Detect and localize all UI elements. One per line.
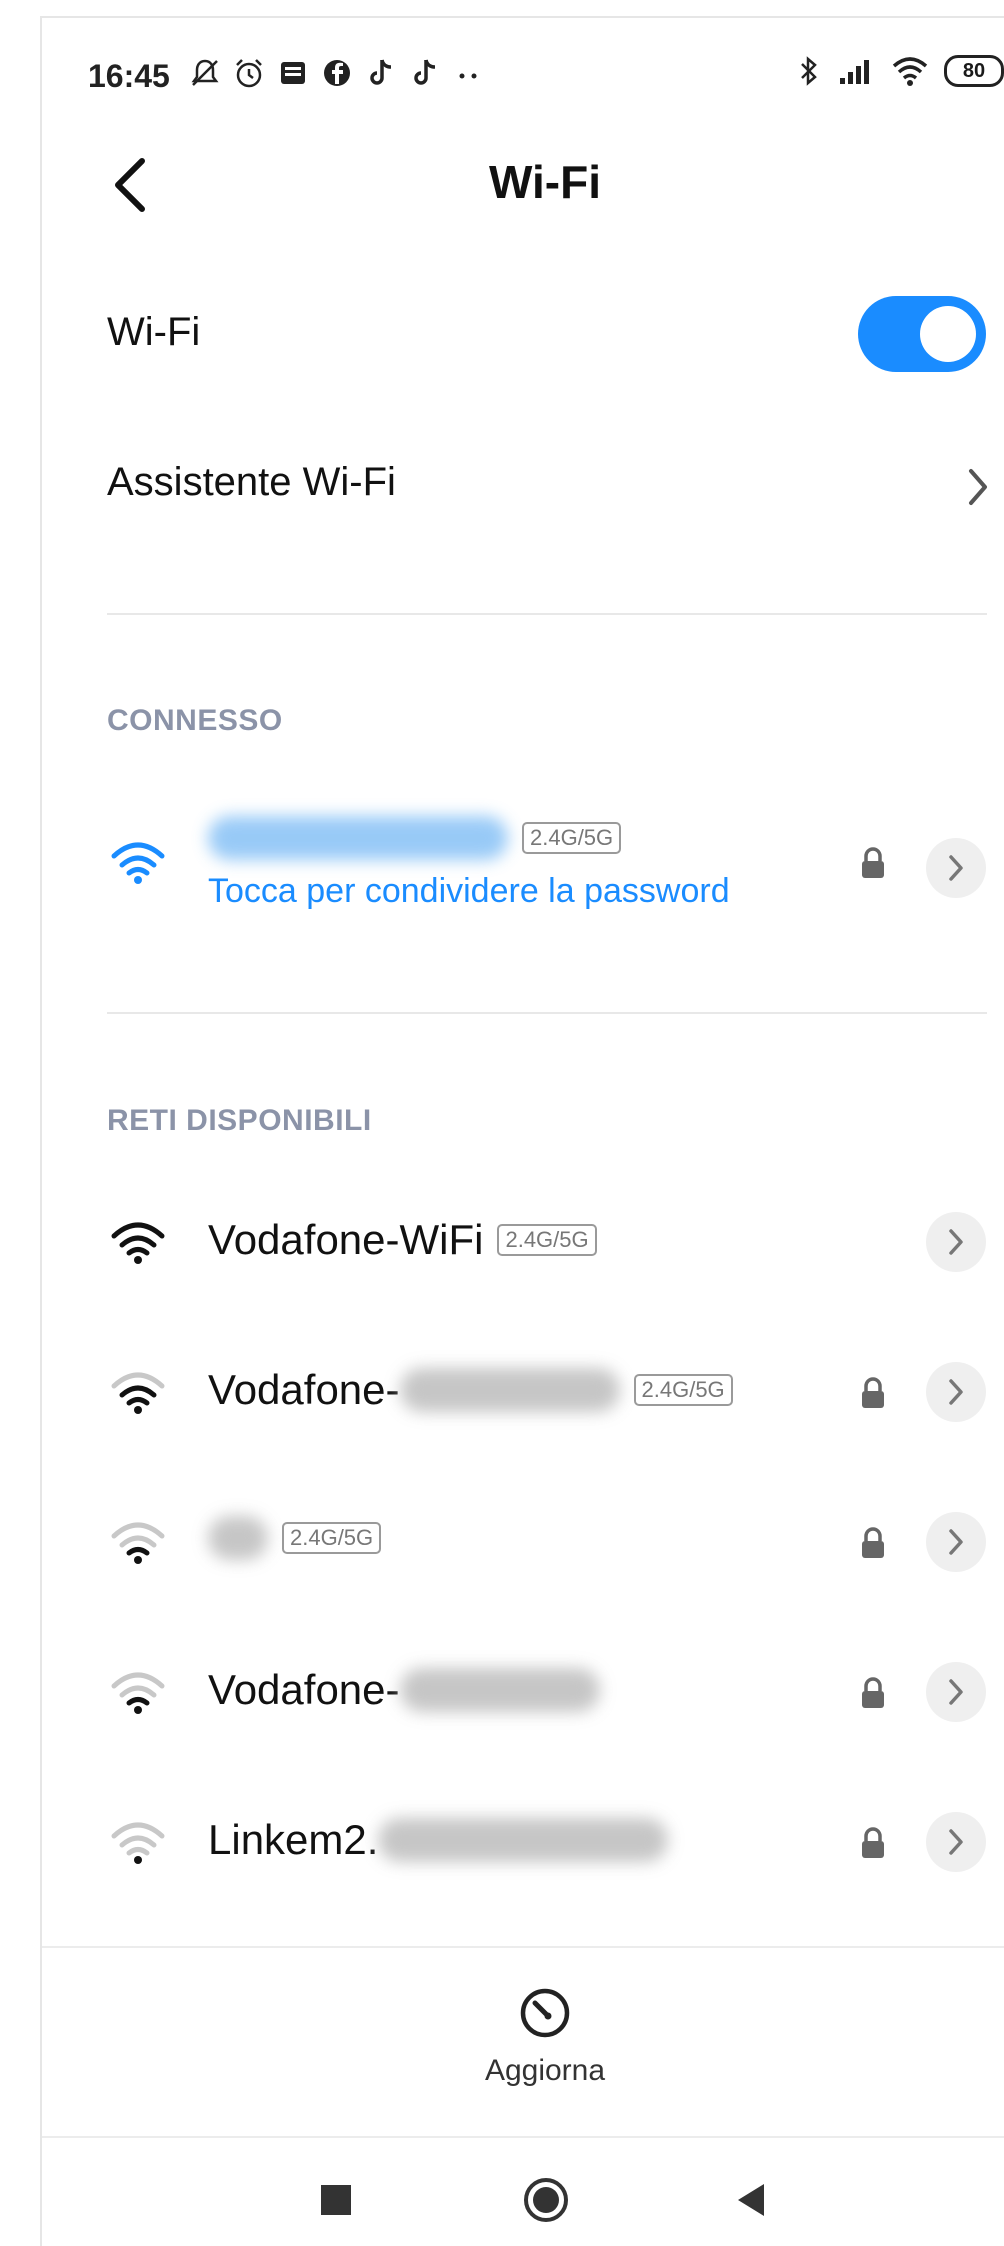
chevron-right-icon [949,1529,963,1555]
more-dots-icon [459,73,477,79]
network-row[interactable]: 2.4G/5G [0,1482,1004,1602]
wifi-signal-icon [111,1822,165,1864]
network-row[interactable]: Vodafone-WiFi 2.4G/5G [0,1182,1004,1302]
redacted-network-name [208,816,508,860]
band-badge: 2.4G/5G [282,1522,382,1554]
wifi-icon [892,57,928,86]
back-triangle-icon [738,2184,764,2216]
divider [107,613,987,615]
lock-icon [862,1827,884,1858]
network-row[interactable]: Linkem2. [0,1782,1004,1902]
status-bar: 16:45 80 [88,52,1004,100]
band-badge: 2.4G/5G [633,1374,733,1406]
chevron-right-icon [949,1229,963,1255]
wifi-signal-icon [111,1672,165,1714]
system-icons: 80 [796,54,1004,88]
redacted-network-name [208,1516,268,1560]
status-time: 16:45 [88,58,170,94]
refresh-label: Aggiorna [484,2054,606,2087]
lock-icon [862,1527,884,1558]
network-details-button[interactable] [926,1212,986,1272]
connected-section-label: CONNESSO [107,704,283,737]
battery-indicator: 80 [944,55,1004,87]
battery-level: 80 [962,59,986,82]
network-name-text: Linkem2. [208,1816,379,1863]
network-name: Vodafone-WiFi 2.4G/5G [208,1216,597,1264]
chevron-right-icon [949,855,963,881]
network-details-button[interactable] [926,838,986,898]
home-circle-icon [524,2178,568,2222]
divider [107,1012,987,1014]
network-details-button[interactable] [926,1662,986,1722]
band-badge: 2.4G/5G [522,822,622,854]
facebook-icon [324,60,350,86]
network-name: Vodafone- 2.4G/5G [208,1366,733,1414]
wifi-toggle[interactable] [858,296,986,372]
signal-icon [840,60,869,84]
redacted-network-name [399,1668,600,1712]
network-name: Vodafone- [208,1666,600,1714]
refresh-button[interactable]: Aggiorna [0,1985,1004,2088]
wifi-assistant-label: Assistente Wi-Fi [107,460,396,504]
nav-divider [42,2136,1004,2138]
footer-divider [42,1946,1004,1948]
network-details-button[interactable] [926,1512,986,1572]
lock-icon [862,847,884,878]
tiktok-icon [414,59,436,85]
chevron-right-icon [949,1379,963,1405]
bluetooth-icon [801,56,817,86]
home-button[interactable] [516,2170,576,2230]
network-row[interactable]: Vodafone- 2.4G/5G [0,1332,1004,1452]
network-details-button[interactable] [926,1362,986,1422]
network-row[interactable]: Vodafone- [0,1632,1004,1752]
wifi-signal-icon [111,1222,165,1264]
wifi-toggle-label: Wi-Fi [107,310,201,354]
network-details-button[interactable] [926,1812,986,1872]
alarm-icon [236,59,262,88]
chevron-right-icon [958,462,998,512]
wifi-signal-icon [111,1522,165,1564]
notification-icons [188,56,486,90]
refresh-icon [520,1988,570,2038]
band-badge: 2.4G/5G [497,1224,597,1256]
connected-network-row[interactable]: 2.4G/5G Tocca per condividere la passwor… [0,800,1004,940]
network-name-text: Vodafone- [208,1366,400,1413]
redacted-network-name [399,1368,620,1412]
frame-top-edge [40,16,1004,18]
wifi-signal-icon [111,842,165,884]
available-section-label: RETI DISPONIBILI [107,1104,372,1137]
mute-bell-icon [191,59,219,86]
square-icon [321,2185,351,2215]
tiktok-icon [370,59,392,85]
redacted-network-name [378,1818,669,1862]
frame-left-edge [40,16,42,2246]
connected-network-name: 2.4G/5G [208,816,622,860]
lock-icon [862,1377,884,1408]
recents-button[interactable] [306,2170,366,2230]
page-title: Wi-Fi [489,156,601,208]
toggle-knob [920,306,976,362]
wifi-signal-icon [111,1372,165,1414]
message-icon [281,62,305,84]
network-name-text: Vodafone-WiFi [208,1216,484,1263]
share-password-link[interactable]: Tocca per condividere la password [208,872,730,911]
navigation-bar [42,2160,1004,2246]
back-nav-button[interactable] [722,2170,782,2230]
network-name-text: Vodafone- [208,1666,400,1713]
chevron-right-icon [949,1829,963,1855]
network-name: Linkem2. [208,1816,669,1864]
network-name: 2.4G/5G [208,1516,382,1560]
chevron-right-icon [949,1679,963,1705]
lock-icon [862,1677,884,1708]
